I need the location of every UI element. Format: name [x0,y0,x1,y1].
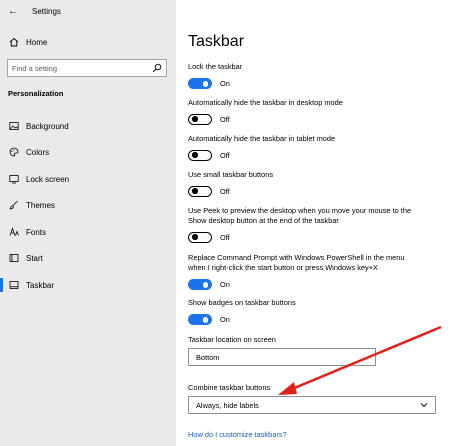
sidebar-item-label: Start [26,253,43,263]
toggle-state: On [220,280,230,289]
search-input[interactable]: Find a setting [7,59,167,77]
small-buttons-toggle[interactable] [188,186,212,197]
sidebar-item-background[interactable]: Background [0,116,176,136]
toggle-knob [192,152,198,158]
combine-dropdown[interactable]: Always, hide labels [188,396,436,414]
peek-toggle[interactable] [188,232,212,243]
toggle-knob [192,188,198,194]
search-icon[interactable] [152,63,162,73]
setting-label-line2: Show desktop button at the end of the ta… [188,216,339,225]
toggle-state: Off [220,187,230,196]
titlebar: ← Settings [8,4,61,18]
taskbar-icon [9,280,19,290]
setting-label: Automatically hide the taskbar in deskto… [188,98,343,107]
toggle-state: Off [220,115,230,124]
sidebar-item-colors[interactable]: Colors [0,142,176,162]
sidebar-item-label: Themes [26,200,55,210]
sidebar-item-label: Background [26,121,69,131]
toggle-knob [202,81,208,87]
chevron-down-icon [420,403,428,408]
combine-value: Always, hide labels [196,400,259,410]
setting-label: Show badges on taskbar buttons [188,298,296,307]
main-panel: Taskbar Lock the taskbar On Automaticall… [176,0,474,446]
setting-label: Use small taskbar buttons [188,170,274,179]
image-icon [9,121,19,131]
sidebar-item-fonts[interactable]: Fonts [0,222,176,242]
page-title: Taskbar [188,33,245,50]
setting-label: Lock the taskbar [188,62,243,71]
powershell-toggle[interactable] [188,279,212,290]
location-value: Bottom [196,352,220,362]
toggle-state: On [220,79,230,88]
toggle-knob [192,234,198,240]
toggle-knob [192,116,198,122]
help-link[interactable]: How do I customize taskbars? [188,430,287,439]
toggle-knob [202,317,208,323]
lock-taskbar-toggle[interactable] [188,78,212,89]
location-dropdown[interactable]: Bottom [188,348,376,366]
sidebar-item-taskbar[interactable]: Taskbar [0,275,176,295]
sidebar-item-label: Fonts [26,227,47,237]
sidebar-item-start[interactable]: Start [0,248,176,268]
badges-toggle[interactable] [188,314,212,325]
start-icon [9,253,19,263]
setting-label-line2: when I right-click the start button or p… [188,263,378,272]
setting-label-line1: Use Peek to preview the desktop when you… [188,206,412,215]
autohide-desktop-toggle[interactable] [188,114,212,125]
sidebar: ← Settings Home Find a setting Personali… [0,0,176,446]
toggle-state: Off [220,151,230,160]
window-title: Settings [32,6,61,16]
sidebar-home-label: Home [26,37,48,47]
palette-icon [9,147,19,157]
toggle-knob [202,282,208,288]
combine-label: Combine taskbar buttons [188,383,271,392]
search-placeholder: Find a setting [12,63,58,73]
toggle-state: Off [220,233,230,242]
sidebar-item-themes[interactable]: Themes [0,195,176,215]
section-heading: Personalization [8,89,64,98]
autohide-tablet-toggle[interactable] [188,150,212,161]
location-label: Taskbar location on screen [188,335,276,344]
lock-screen-icon [9,174,19,184]
sidebar-item-label: Lock screen [26,174,70,184]
font-icon [9,227,19,237]
setting-label: Automatically hide the taskbar in tablet… [188,134,336,143]
sidebar-item-label: Taskbar [26,280,55,290]
back-arrow-icon[interactable]: ← [8,6,18,17]
sidebar-item-label: Colors [26,147,50,157]
toggle-state: On [220,315,230,324]
home-icon [9,37,19,47]
setting-label-line1: Replace Command Prompt with Windows Powe… [188,253,405,262]
brush-icon [9,200,19,210]
sidebar-item-home[interactable]: Home [0,32,176,52]
sidebar-item-lock-screen[interactable]: Lock screen [0,169,176,189]
